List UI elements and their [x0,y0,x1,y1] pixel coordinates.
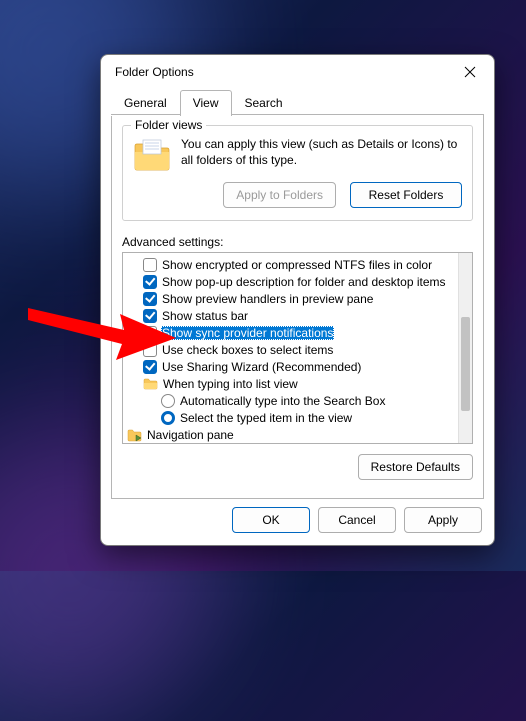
tab-view[interactable]: View [180,90,232,116]
dialog-title: Folder Options [115,65,450,79]
radio-selected-icon[interactable] [161,411,175,425]
folder-views-title: Folder views [131,118,206,132]
apply-to-folders-button[interactable]: Apply to Folders [223,182,336,208]
cancel-button[interactable]: Cancel [318,507,396,533]
setting-popup[interactable]: Show pop-up description for folder and d… [125,273,470,290]
scrollbar-thumb[interactable] [461,317,470,411]
checkbox-unchecked-icon[interactable] [143,258,157,272]
checkbox-unchecked-icon[interactable] [143,343,157,357]
setting-encrypted[interactable]: Show encrypted or compressed NTFS files … [125,256,470,273]
folder-icon [143,377,158,390]
tabstrip: General View Search [101,89,494,115]
advanced-settings-label: Advanced settings: [122,235,473,249]
folder-icon [133,138,171,172]
setting-statusbar[interactable]: Show status bar [125,307,470,324]
setting-checkboxes[interactable]: Use check boxes to select items [125,341,470,358]
restore-defaults-button[interactable]: Restore Defaults [358,454,473,480]
radio-unselected-icon[interactable] [161,394,175,408]
folder-views-group: Folder views You can apply this view (su… [122,125,473,221]
checkbox-unchecked-icon[interactable] [143,326,157,340]
dialog-button-row: OK Cancel Apply [101,507,494,545]
setting-select-typed[interactable]: Select the typed item in the view [125,409,470,426]
setting-availability[interactable]: Always show availability status [125,443,470,444]
setting-auto-type[interactable]: Automatically type into the Search Box [125,392,470,409]
navigation-pane-icon [127,428,142,442]
folder-views-text: You can apply this view (such as Details… [181,136,462,172]
checkbox-checked-icon[interactable] [143,309,157,323]
setting-typing-group[interactable]: When typing into list view [125,375,470,392]
titlebar: Folder Options [101,55,494,89]
setting-sync-provider[interactable]: Show sync provider notifications [125,324,470,341]
close-icon [464,66,476,78]
ok-button[interactable]: OK [232,507,310,533]
checkbox-checked-icon[interactable] [143,360,157,374]
close-button[interactable] [450,59,490,85]
tab-panel-view: Folder views You can apply this view (su… [111,115,484,499]
folder-options-dialog: Folder Options General View Search Folde… [100,54,495,546]
checkbox-checked-icon[interactable] [143,292,157,306]
tab-search[interactable]: Search [232,90,296,116]
tab-general[interactable]: General [111,90,180,116]
scrollbar[interactable] [458,253,472,443]
advanced-settings-tree[interactable]: Show encrypted or compressed NTFS files … [122,252,473,444]
setting-nav-pane-group[interactable]: Navigation pane [125,426,470,443]
reset-folders-button[interactable]: Reset Folders [350,182,462,208]
setting-sharing[interactable]: Use Sharing Wizard (Recommended) [125,358,470,375]
apply-button[interactable]: Apply [404,507,482,533]
checkbox-checked-icon[interactable] [143,275,157,289]
setting-preview[interactable]: Show preview handlers in preview pane [125,290,470,307]
